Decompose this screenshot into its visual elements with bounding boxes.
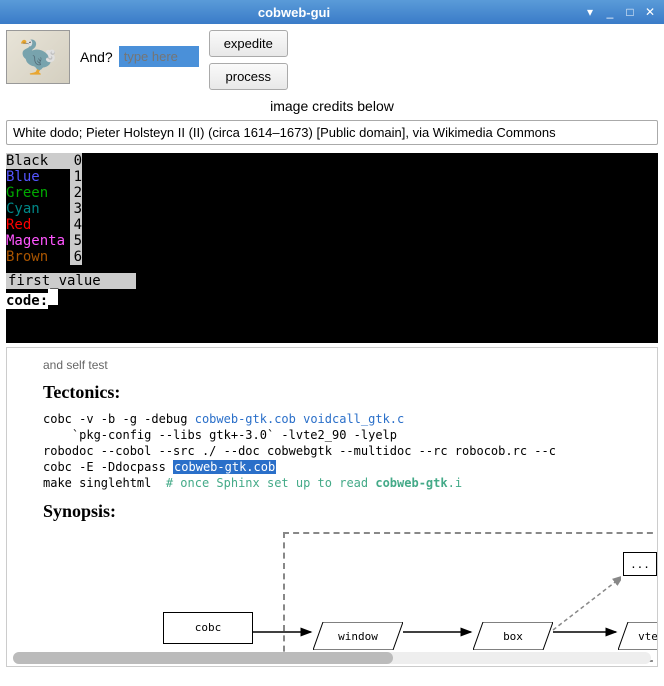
color-value: 2 <box>70 185 82 201</box>
maximize-icon[interactable]: □ <box>622 4 638 20</box>
color-value: 5 <box>70 233 82 249</box>
type-input[interactable] <box>119 46 199 67</box>
tectonics-heading: Tectonics: <box>43 382 621 403</box>
clipped-text: and self test <box>43 358 621 372</box>
terminal-row: Cyan3 <box>6 201 658 217</box>
color-value: 4 <box>70 217 82 233</box>
top-toolbar: 🦤 And? expedite process <box>6 30 658 90</box>
terminal-row: Blue1 <box>6 169 658 185</box>
voidcall-link[interactable]: voidcall_gtk.c <box>303 412 404 426</box>
first-value-label: first_value <box>6 273 136 289</box>
window-titlebar: cobweb-gui ▾ _ □ ✕ <box>0 0 664 24</box>
minimize-icon[interactable]: _ <box>602 4 618 20</box>
scrollbar-thumb[interactable] <box>13 652 393 664</box>
color-label: Blue <box>6 169 70 185</box>
close-icon[interactable]: ✕ <box>642 4 658 20</box>
dodo-image: 🦤 <box>6 30 70 84</box>
color-value: 3 <box>70 201 82 217</box>
terminal-row: Brown6 <box>6 249 658 265</box>
code-label: code: <box>6 293 48 309</box>
credits-heading: image credits below <box>6 98 658 114</box>
documentation-pane[interactable]: and self test Tectonics: cobc -v -b -g -… <box>6 347 658 667</box>
window-controls: ▾ _ □ ✕ <box>582 4 658 20</box>
color-label: Black <box>6 153 70 169</box>
cobweb-gtk-highlight: cobweb-gtk.cob <box>173 460 276 474</box>
terminal-row: Magenta5 <box>6 233 658 249</box>
and-label: And? <box>80 49 113 65</box>
tectonics-code: cobc -v -b -g -debug cobweb-gtk.cob void… <box>43 411 621 491</box>
expedite-button[interactable]: expedite <box>209 30 288 57</box>
window-title: cobweb-gui <box>258 5 330 20</box>
terminal-row: Green2 <box>6 185 658 201</box>
diagram-arrows <box>43 532 621 662</box>
synopsis-heading: Synopsis: <box>43 501 621 522</box>
terminal-pane[interactable]: Black0Blue1Green2Cyan3Red4Magenta5Brown6… <box>6 153 658 343</box>
process-button[interactable]: process <box>209 63 288 90</box>
color-label: Brown <box>6 249 70 265</box>
color-label: Cyan <box>6 201 70 217</box>
color-value: 0 <box>70 153 82 169</box>
terminal-row: Red4 <box>6 217 658 233</box>
color-label: Magenta <box>6 233 70 249</box>
color-label: Red <box>6 217 70 233</box>
color-value: 6 <box>70 249 82 265</box>
diagram-vte: vte <box>618 622 658 650</box>
diagram-ellipsis: ... <box>623 552 657 576</box>
color-value: 1 <box>70 169 82 185</box>
terminal-cursor <box>48 289 58 305</box>
cobweb-gtk-link[interactable]: cobweb-gtk.cob <box>195 412 296 426</box>
synopsis-diagram: ... cobc window box vte <box>43 532 621 662</box>
horizontal-scrollbar[interactable] <box>13 652 651 664</box>
dropdown-icon[interactable]: ▾ <box>582 4 598 20</box>
terminal-row: Black0 <box>6 153 658 169</box>
credits-input[interactable] <box>6 120 658 145</box>
color-label: Green <box>6 185 70 201</box>
